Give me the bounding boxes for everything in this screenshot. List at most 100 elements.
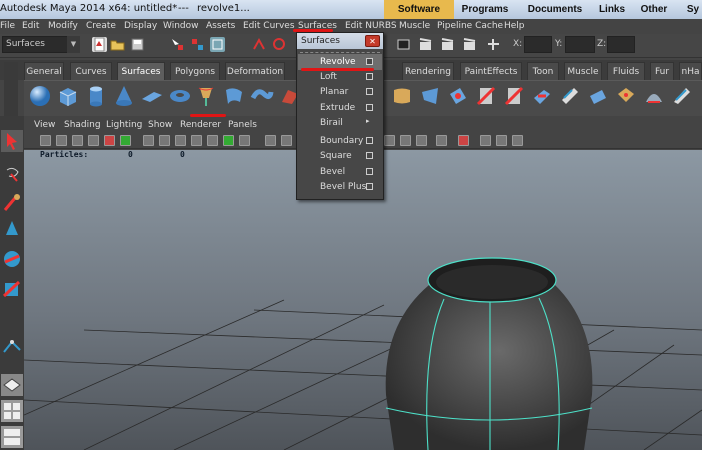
revolve-option-box[interactable] <box>366 58 373 65</box>
image-plane-icon[interactable] <box>88 135 99 146</box>
tab-fluids[interactable]: Fluids <box>607 62 645 80</box>
coord-z-field[interactable] <box>607 36 635 53</box>
menu-file[interactable]: File <box>0 19 15 34</box>
panel-menu-show[interactable]: Show <box>148 118 172 133</box>
layout-single-icon[interactable] <box>1 374 23 396</box>
motion-blur-icon[interactable] <box>400 135 411 146</box>
loft-option-box[interactable] <box>366 73 373 80</box>
nurbs-cylinder-icon[interactable] <box>84 84 108 108</box>
xray-icon[interactable] <box>191 135 202 146</box>
site-nav-other[interactable]: Other <box>634 0 674 19</box>
camera-icon[interactable] <box>40 135 51 146</box>
clapper-icon[interactable] <box>418 37 433 52</box>
loft-icon[interactable] <box>222 84 246 108</box>
panel-menu-shading[interactable]: Shading <box>64 118 101 133</box>
align-surfaces-icon[interactable] <box>586 84 610 108</box>
isolate-select-icon[interactable] <box>265 135 276 146</box>
select-tool-icon[interactable] <box>1 130 23 152</box>
menu-muscle[interactable]: Muscle <box>399 19 430 34</box>
film-gate-icon[interactable] <box>120 135 131 146</box>
menu-modify[interactable]: Modify <box>48 19 78 34</box>
shelf-menu-handle[interactable] <box>4 62 18 116</box>
transform-mode-icon[interactable] <box>486 37 501 52</box>
tab-curves[interactable]: Curves <box>70 62 112 80</box>
menu-assets[interactable]: Assets <box>206 19 235 34</box>
rebuild-surface-icon[interactable] <box>670 84 694 108</box>
boundary-option-box[interactable] <box>366 137 373 144</box>
insert-isoparms-icon[interactable] <box>614 84 638 108</box>
tab-rendering[interactable]: Rendering <box>402 62 454 80</box>
textures-icon[interactable] <box>207 135 218 146</box>
multisample-icon[interactable] <box>416 135 427 146</box>
panel-menu-view[interactable]: View <box>34 118 55 133</box>
resolution-gate-icon[interactable] <box>480 135 491 146</box>
tab-muscle[interactable]: Muscle <box>564 62 602 80</box>
ipr-render-icon[interactable] <box>440 37 455 52</box>
nurbs-torus-icon[interactable] <box>168 84 192 108</box>
menu-help[interactable]: Help <box>504 19 525 34</box>
tab-surfaces[interactable]: Surfaces <box>117 62 165 80</box>
render-frame-icon[interactable] <box>396 37 411 52</box>
extrude-option-box[interactable] <box>366 104 373 111</box>
grid-icon[interactable] <box>104 135 115 146</box>
shaded-wire-icon[interactable] <box>175 135 186 146</box>
birail-icon[interactable] <box>390 84 414 108</box>
menu-window[interactable]: Window <box>163 19 199 34</box>
coord-x-field[interactable] <box>524 36 552 53</box>
ssao-icon[interactable] <box>384 135 395 146</box>
nurbs-cone-icon[interactable] <box>112 84 136 108</box>
boundary-icon[interactable] <box>418 84 442 108</box>
wireframe-icon[interactable] <box>143 135 154 146</box>
sculpt-geometry-icon[interactable] <box>642 84 666 108</box>
render-settings-icon[interactable] <box>462 37 477 52</box>
bevel-plus-icon[interactable] <box>502 84 526 108</box>
layout-two-icon[interactable] <box>1 426 23 448</box>
site-nav-documents[interactable]: Documents <box>522 0 588 19</box>
site-nav-programs[interactable]: Programs <box>458 0 512 19</box>
square-surface-icon[interactable] <box>446 84 470 108</box>
revolve-icon[interactable] <box>194 84 218 108</box>
bevel-plus-option-box[interactable] <box>366 183 373 190</box>
select-object-icon[interactable] <box>190 37 205 52</box>
shadows-icon[interactable] <box>239 135 250 146</box>
manipulator-tool-icon[interactable] <box>1 336 23 358</box>
bookmarks-icon[interactable] <box>72 135 83 146</box>
lock-camera-icon[interactable] <box>56 135 67 146</box>
square-option-box[interactable] <box>366 152 373 159</box>
menu-edit[interactable]: Edit <box>22 19 39 34</box>
extrude-icon[interactable] <box>250 84 274 108</box>
gate-mask-icon[interactable] <box>496 135 507 146</box>
new-scene-icon[interactable] <box>92 37 107 52</box>
tab-deformation[interactable]: Deformation <box>225 62 285 80</box>
site-nav-links[interactable]: Links <box>594 0 630 19</box>
scale-tool-icon[interactable] <box>1 278 23 300</box>
attach-surfaces-icon[interactable] <box>530 84 554 108</box>
detach-surfaces-icon[interactable] <box>558 84 582 108</box>
tab-painteffects[interactable]: PaintEffects <box>460 62 522 80</box>
xray-joints-icon[interactable] <box>281 135 292 146</box>
site-nav-sy[interactable]: Sy <box>684 0 702 19</box>
chevron-down-icon[interactable]: ▼ <box>67 36 80 53</box>
tab-nhair[interactable]: nHa <box>679 62 702 80</box>
menu-create[interactable]: Create <box>86 19 116 34</box>
nurbs-cube-icon[interactable] <box>56 84 80 108</box>
depth-of-field-icon[interactable] <box>436 135 447 146</box>
layout-four-icon[interactable] <box>1 400 23 422</box>
planar-option-box[interactable] <box>366 88 373 95</box>
tab-general[interactable]: General <box>24 62 64 80</box>
safe-action-icon[interactable] <box>512 135 523 146</box>
paint-select-icon[interactable] <box>1 192 23 214</box>
lasso-tool-icon[interactable] <box>1 164 23 186</box>
nurbs-plane-icon[interactable] <box>140 84 164 108</box>
site-nav-software[interactable]: Software <box>384 0 454 19</box>
revolved-vase-surface[interactable] <box>385 285 593 450</box>
menu-pipeline-cache[interactable]: Pipeline Cache <box>437 19 503 34</box>
nurbs-sphere-icon[interactable] <box>28 84 52 108</box>
bevel-option-box[interactable] <box>366 168 373 175</box>
tab-toon[interactable]: Toon <box>527 62 559 80</box>
open-scene-icon[interactable] <box>110 37 125 52</box>
lights-icon[interactable] <box>223 135 234 146</box>
panel-menu-renderer[interactable]: Renderer <box>180 118 221 133</box>
close-icon[interactable]: ✕ <box>365 35 380 47</box>
menu-edit-curves[interactable]: Edit Curves <box>243 19 295 34</box>
